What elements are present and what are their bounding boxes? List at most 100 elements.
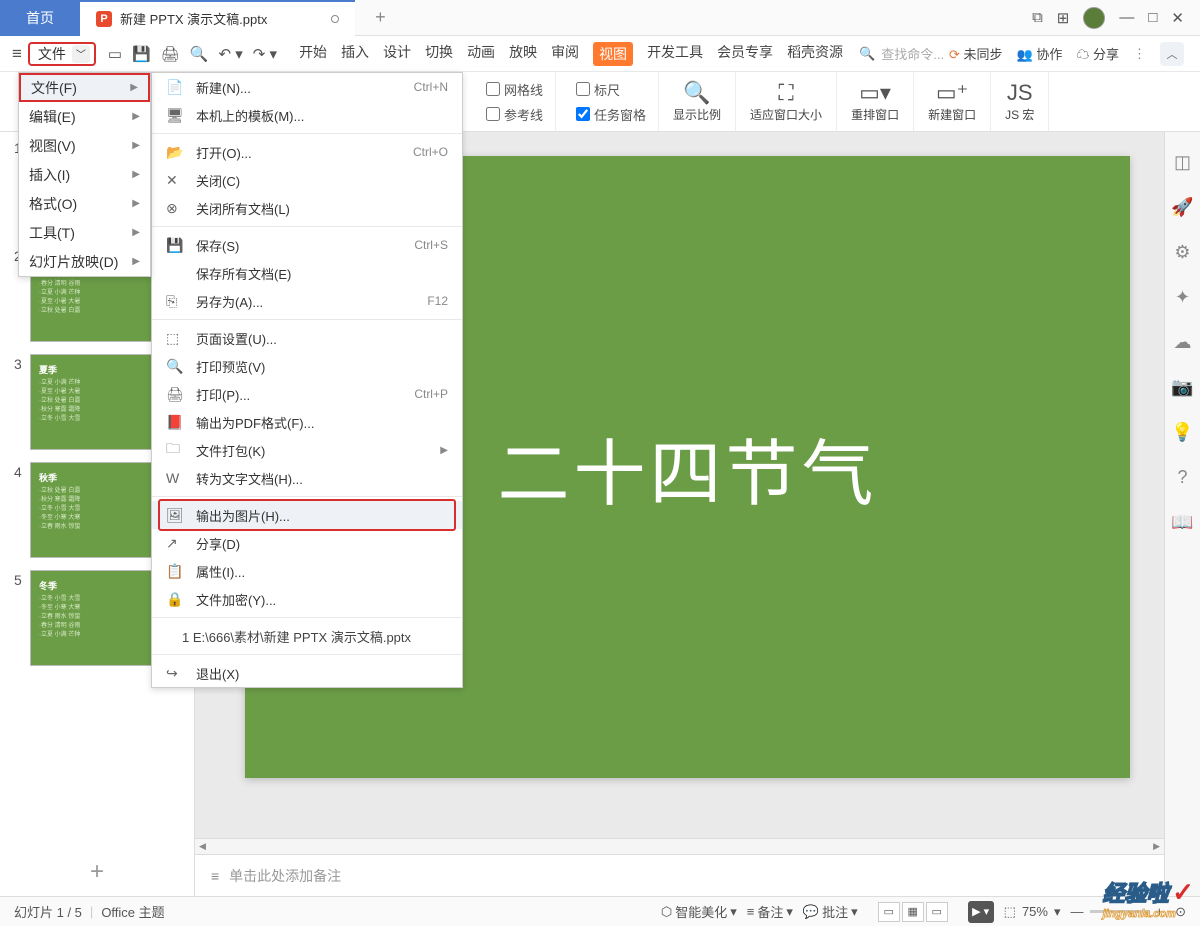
notes-icon: ≡ — [211, 868, 219, 884]
tool-slides-icon[interactable]: ◫ — [1174, 152, 1191, 173]
menu-item[interactable]: 编辑(E)▶ — [19, 102, 150, 131]
file-menu-item[interactable]: 🗀文件打包(K)▶ — [152, 436, 462, 464]
file-submenu: 📄新建(N)...Ctrl+N🖥本机上的模板(M)... 📂打开(O)...Ctr… — [151, 72, 463, 688]
file-menu-item[interactable]: ⬚页面设置(U)... — [152, 324, 462, 352]
view-mode-buttons: ▭ ▦ ▭ — [878, 902, 948, 922]
ribbon-tab-6[interactable]: 审阅 — [551, 42, 579, 66]
tool-book-icon[interactable]: 📖 — [1171, 512, 1193, 533]
new-tab-button[interactable]: + — [355, 7, 405, 28]
tool-help-icon[interactable]: ? — [1177, 467, 1187, 488]
file-menu-item[interactable]: 🔍打印预览(V) — [152, 352, 462, 380]
close-button[interactable]: ✕ — [1171, 9, 1184, 27]
file-menu-item[interactable]: 🔒文件加密(Y)... — [152, 585, 462, 613]
zoom-button[interactable]: 🔍显示比例 — [659, 72, 736, 131]
beautify-button[interactable]: ⬡ 智能美化 ▾ — [661, 902, 737, 921]
file-menu-item[interactable]: ⊗关闭所有文档(L) — [152, 194, 462, 222]
ribbon-tab-5[interactable]: 放映 — [509, 42, 537, 66]
rearrange-windows-button[interactable]: ▭▾重排窗口 — [837, 72, 914, 131]
ribbon-tab-2[interactable]: 设计 — [383, 42, 411, 66]
fit-window-button[interactable]: ⛶适应窗口大小 — [736, 72, 837, 131]
share-button[interactable]: ☁ 分享 — [1076, 44, 1119, 63]
maximize-button[interactable]: □ — [1148, 9, 1157, 26]
new-window-button[interactable]: ▭⁺新建窗口 — [914, 72, 991, 131]
ribbon-tab-0[interactable]: 开始 — [299, 42, 327, 66]
sorter-view-button[interactable]: ▦ — [902, 902, 924, 922]
file-menu-item[interactable]: 📋属性(I)... — [152, 557, 462, 585]
file-menu-item[interactable]: 💾保存(S)Ctrl+S — [152, 231, 462, 259]
qat-new-icon[interactable]: ▭ — [108, 45, 122, 63]
menu-item[interactable]: 视图(V)▶ — [19, 131, 150, 160]
ribbon-tab-1[interactable]: 插入 — [341, 42, 369, 66]
file-menu-item[interactable]: 🖥本机上的模板(M)... — [152, 101, 462, 129]
collab-button[interactable]: 👥 协作 — [1017, 44, 1063, 63]
unsaved-indicator-icon — [331, 15, 339, 23]
more-icon[interactable]: ⋮ — [1133, 46, 1146, 62]
right-tool-strip: ◫ 🚀 ⚙ ✦ ☁ 📷 💡 ? 📖 — [1164, 132, 1200, 896]
file-menu-item[interactable]: 📂打开(O)...Ctrl+O — [152, 138, 462, 166]
collapse-ribbon-button[interactable]: ︿ — [1160, 42, 1184, 66]
top-menu-dropdown: 文件(F)▶编辑(E)▶视图(V)▶插入(I)▶格式(O)▶工具(T)▶幻灯片放… — [18, 72, 151, 277]
notes-button[interactable]: ≡ 备注 ▾ — [747, 902, 793, 921]
status-bar: 幻灯片 1 / 5 | Office 主题 ⬡ 智能美化 ▾ ≡ 备注 ▾ 💬 … — [0, 896, 1200, 926]
menu-icon[interactable]: ≡ — [12, 44, 22, 64]
normal-view-button[interactable]: ▭ — [878, 902, 900, 922]
ruler-checkbox[interactable]: 标尺 — [576, 80, 646, 99]
tool-settings-icon[interactable]: ⚙ — [1174, 242, 1190, 263]
qat-preview-icon[interactable]: 🔍 — [190, 45, 209, 63]
menu-item[interactable]: 插入(I)▶ — [19, 160, 150, 189]
document-tab[interactable]: P 新建 PPTX 演示文稿.pptx — [80, 0, 355, 36]
file-menu-item[interactable]: 📄新建(N)...Ctrl+N — [152, 73, 462, 101]
ribbon-tab-4[interactable]: 动画 — [467, 42, 495, 66]
tool-star-icon[interactable]: ✦ — [1175, 287, 1190, 308]
tool-rocket-icon[interactable]: 🚀 — [1171, 197, 1193, 218]
ribbon-tab-7[interactable]: 视图 — [593, 42, 633, 66]
home-tab[interactable]: 首页 — [0, 0, 80, 36]
notes-pane[interactable]: ≡ 单击此处添加备注 — [195, 854, 1164, 896]
file-menu-item[interactable]: ↗分享(D) — [152, 529, 462, 557]
ribbon-tab-10[interactable]: 稻壳资源 — [787, 42, 843, 66]
search-icon: 🔍 — [859, 46, 875, 62]
add-slide-button[interactable]: + — [0, 858, 194, 886]
chevron-down-icon: ﹀ — [72, 45, 90, 63]
avatar[interactable] — [1083, 7, 1105, 29]
guides-checkbox[interactable]: 参考线 — [486, 105, 543, 124]
qat-print-icon[interactable]: 🖨 — [161, 45, 180, 63]
file-menu-item[interactable]: ✕关闭(C) — [152, 166, 462, 194]
menu-item[interactable]: 格式(O)▶ — [19, 189, 150, 218]
file-menu-item[interactable]: 保存所有文档(E) — [152, 259, 462, 287]
qat-redo-icon[interactable]: ↷ ▾ — [253, 45, 277, 63]
reading-view-button[interactable]: ▭ — [926, 902, 948, 922]
apps-icon[interactable]: ⊞ — [1057, 9, 1070, 27]
slideshow-button[interactable]: ▶ ▾ — [968, 901, 994, 923]
menu-item[interactable]: 幻灯片放映(D)▶ — [19, 247, 150, 276]
tool-bulb-icon[interactable]: 💡 — [1171, 422, 1193, 443]
taskpane-checkbox[interactable]: 任务窗格 — [576, 105, 646, 124]
tool-camera-icon[interactable]: 📷 — [1171, 377, 1193, 398]
sync-status[interactable]: ⟳ 未同步 — [949, 44, 1003, 63]
recent-file-item[interactable]: 1 E:\666\素材\新建 PPTX 演示文稿.pptx — [152, 622, 462, 650]
minimize-button[interactable]: — — [1119, 9, 1134, 26]
ribbon-tab-3[interactable]: 切换 — [425, 42, 453, 66]
qat-undo-icon[interactable]: ↶ ▾ — [219, 45, 243, 63]
toolbar-row: ≡ 文件 ﹀ ▭ 💾 🖨 🔍 ↶ ▾ ↷ ▾ 开始插入设计切换动画放映审阅视图开… — [0, 36, 1200, 72]
menu-item[interactable]: 文件(F)▶ — [19, 73, 150, 102]
js-macro-button[interactable]: JSJS 宏 — [991, 72, 1049, 131]
watermark: 经验啦 ✓ jingyanla.com — [1103, 876, 1194, 920]
qat-save-icon[interactable]: 💾 — [132, 45, 151, 63]
file-menu-item[interactable]: 📕输出为PDF格式(F)... — [152, 408, 462, 436]
file-menu-item[interactable]: 🖨打印(P)...Ctrl+P — [152, 380, 462, 408]
ribbon-tab-8[interactable]: 开发工具 — [647, 42, 703, 66]
gridlines-checkbox[interactable]: 网格线 — [486, 80, 543, 99]
file-menu-button[interactable]: 文件 ﹀ — [28, 42, 96, 66]
file-menu-item[interactable]: 🖼输出为图片(H)... — [152, 501, 462, 529]
comments-button[interactable]: 💬 批注 ▾ — [803, 902, 858, 921]
file-menu-item[interactable]: ↪退出(X) — [152, 659, 462, 687]
ribbon-tab-9[interactable]: 会员专享 — [717, 42, 773, 66]
command-search[interactable]: 🔍 查找命令... — [843, 44, 949, 63]
file-menu-item[interactable]: W转为文字文档(H)... — [152, 464, 462, 492]
menu-item[interactable]: 工具(T)▶ — [19, 218, 150, 247]
horizontal-scrollbar[interactable] — [195, 838, 1164, 854]
tool-cloud-icon[interactable]: ☁ — [1174, 332, 1192, 353]
file-menu-item[interactable]: ⎘另存为(A)...F12 — [152, 287, 462, 315]
panel-toggle-icon[interactable]: ⧉ — [1032, 9, 1043, 26]
